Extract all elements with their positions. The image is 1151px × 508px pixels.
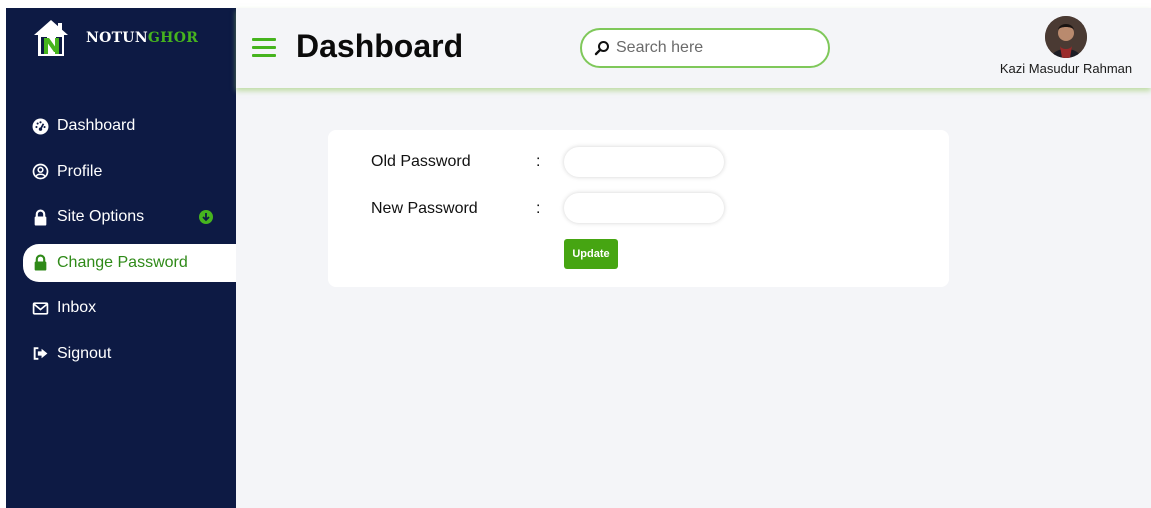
update-button[interactable]: Update	[564, 239, 618, 269]
sidebar-item-signout[interactable]: Signout	[6, 335, 236, 373]
speedometer-icon	[31, 117, 49, 135]
sidebar-item-label: Inbox	[57, 299, 97, 317]
avatar[interactable]	[1045, 16, 1087, 58]
arrow-down-circle-icon[interactable]	[199, 210, 213, 225]
sidebar-item-inbox[interactable]: Inbox	[6, 289, 236, 327]
search-box[interactable]	[580, 28, 830, 68]
sidebar-item-label: Signout	[57, 344, 112, 362]
user-profile[interactable]: Kazi Masudur Rahman	[991, 16, 1141, 76]
new-password-field[interactable]	[564, 193, 724, 223]
lock-icon	[31, 254, 49, 272]
sidebar-item-dashboard[interactable]: Dashboard	[6, 107, 236, 145]
sidebar-menu: Dashboard Profile Site Options Change Pa…	[6, 107, 236, 381]
sidebar-item-change-password[interactable]: Change Password	[23, 243, 236, 282]
lock-icon	[31, 208, 49, 226]
old-password-label: Old Password	[371, 153, 471, 170]
sidebar: NOTUNGHOR Dashboard Profile Site Options	[6, 8, 236, 508]
sidebar-item-profile[interactable]: Profile	[6, 153, 236, 191]
old-password-field[interactable]	[564, 147, 724, 177]
search-icon	[594, 41, 609, 56]
house-logo-icon	[34, 20, 68, 56]
sidebar-item-label: Profile	[57, 162, 103, 180]
hamburger-icon[interactable]	[252, 38, 276, 58]
envelope-icon	[31, 299, 49, 317]
brand-logo[interactable]: NOTUNGHOR	[32, 16, 198, 60]
sidebar-item-label: Site Options	[57, 208, 145, 226]
user-circle-icon	[31, 163, 49, 181]
new-password-separator: :	[536, 200, 541, 217]
brand-name: NOTUNGHOR	[86, 30, 199, 46]
change-password-card: Old Password : New Password : Update	[328, 130, 949, 287]
top-header: Dashboard Kazi Masudur Rahman	[236, 8, 1151, 88]
user-name: Kazi Masudur Rahman	[999, 61, 1133, 76]
search-input[interactable]	[616, 39, 816, 57]
sidebar-item-site-options[interactable]: Site Options	[6, 198, 236, 236]
new-password-label: New Password	[371, 200, 478, 217]
app-window: NOTUNGHOR Dashboard Profile Site Options	[6, 8, 1151, 508]
old-password-separator: :	[536, 153, 541, 170]
page-title: Dashboard	[296, 28, 464, 64]
sidebar-item-label: Change Password	[57, 253, 188, 271]
sign-out-icon	[31, 345, 49, 363]
sidebar-item-label: Dashboard	[57, 117, 136, 134]
